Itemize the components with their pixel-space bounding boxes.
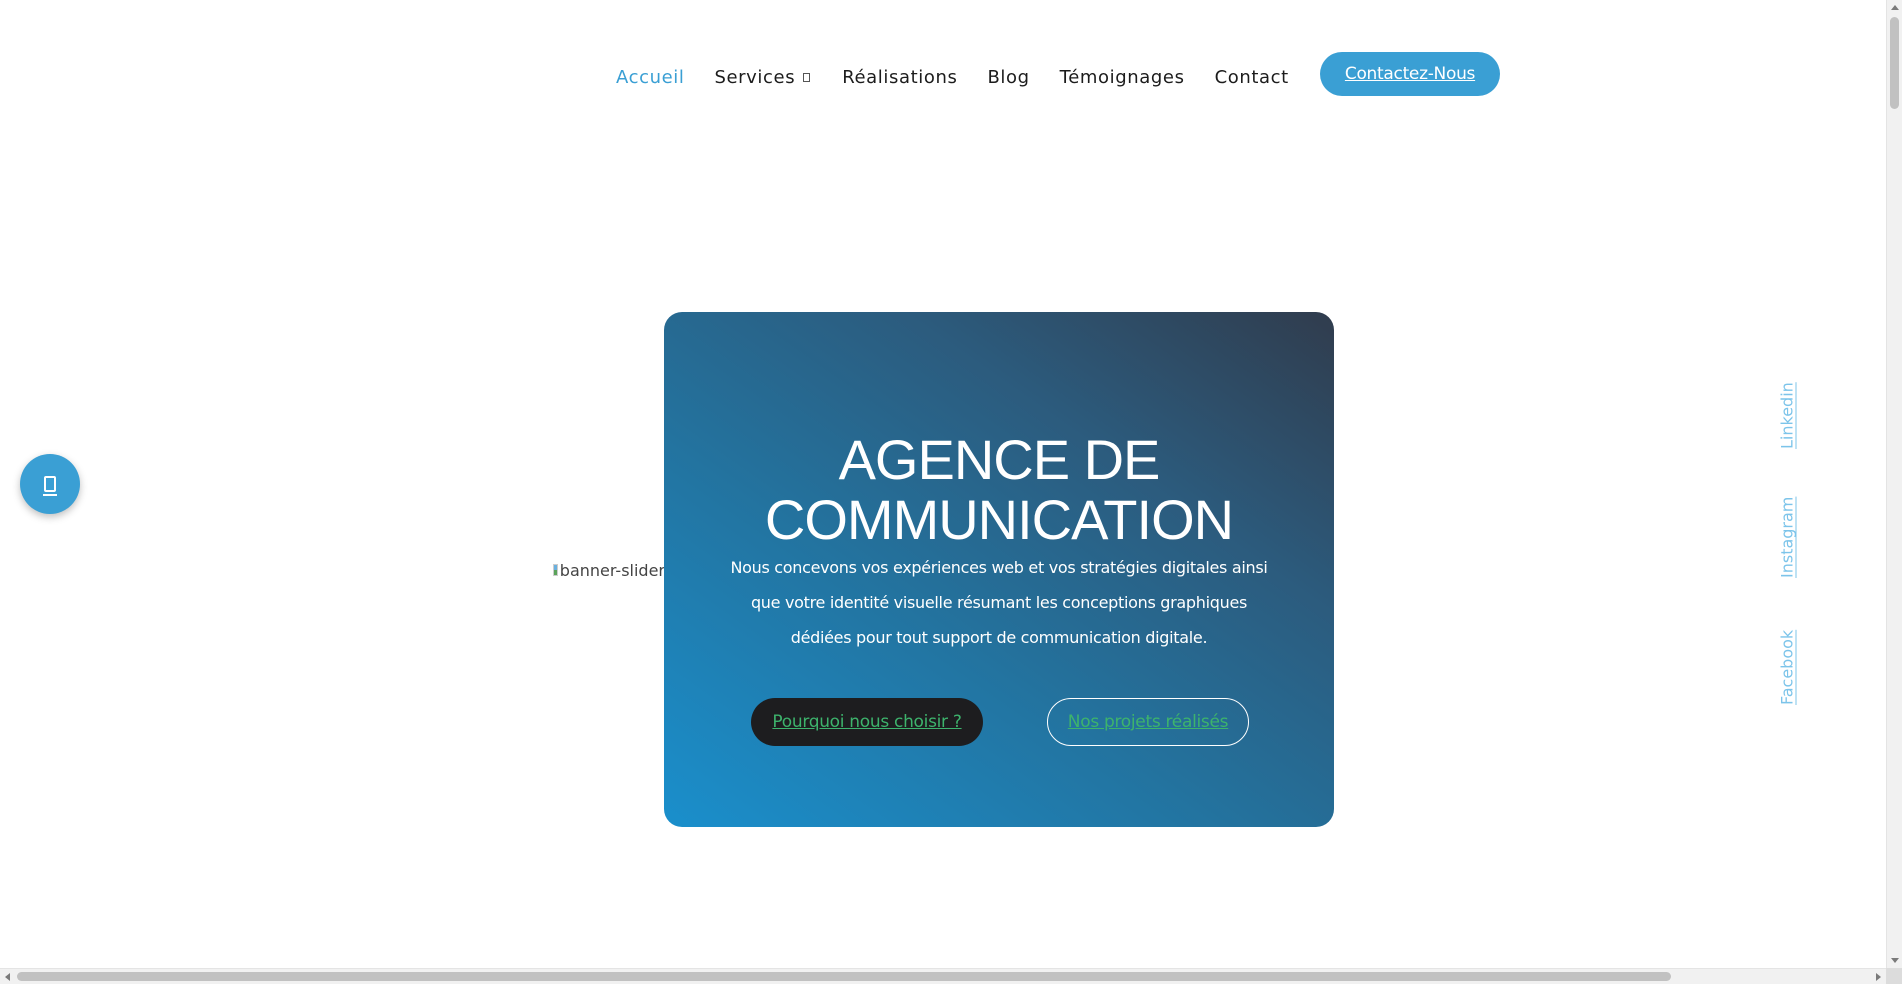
broken-image-icon bbox=[553, 564, 558, 576]
hero-title-line-1: AGENCE DE bbox=[838, 427, 1161, 491]
horizontal-scrollbar[interactable] bbox=[0, 968, 1886, 984]
floating-contact-button[interactable] bbox=[20, 454, 80, 514]
hero-description: Nous concevons vos expériences web et vo… bbox=[730, 558, 1268, 647]
nav-item-label: Contact bbox=[1214, 66, 1289, 88]
social-link-linkedin[interactable]: Linkedin bbox=[1776, 383, 1798, 450]
chevron-down-icon bbox=[803, 73, 811, 82]
social-link-instagram[interactable]: Instagram bbox=[1776, 497, 1798, 578]
nav-item-label: Témoignages bbox=[1059, 66, 1185, 88]
banner-image: banner-slider bbox=[553, 558, 665, 582]
banner-image-alt: banner-slider bbox=[559, 560, 665, 580]
nav-item-realisations[interactable]: Réalisations bbox=[842, 67, 957, 88]
our-projects-button[interactable]: Nos projets réalisés bbox=[1047, 698, 1249, 746]
nav-item-temoignages[interactable]: Témoignages bbox=[1060, 67, 1185, 88]
nav-item-contact[interactable]: Contact bbox=[1215, 67, 1289, 88]
nav-item-label: Blog bbox=[987, 66, 1030, 88]
nav-item-accueil[interactable]: Accueil bbox=[616, 67, 684, 88]
nav-item-label: Réalisations bbox=[842, 66, 958, 88]
vertical-scrollbar[interactable] bbox=[1886, 0, 1902, 968]
hero-card: AGENCE DE COMMUNICATION Nous concevons v… bbox=[664, 312, 1334, 827]
scroll-left-arrow-icon[interactable] bbox=[5, 973, 10, 981]
scroll-up-arrow-icon[interactable] bbox=[1891, 5, 1899, 10]
scroll-right-arrow-icon[interactable] bbox=[1876, 973, 1881, 981]
why-choose-us-button[interactable]: Pourquoi nous choisir ? bbox=[751, 698, 983, 746]
horizontal-scroll-thumb[interactable] bbox=[17, 972, 1671, 981]
main-navigation: Accueil Services Réalisations Blog Témoi… bbox=[616, 58, 1319, 96]
phone-icon bbox=[43, 476, 57, 496]
nav-item-services[interactable]: Services bbox=[714, 66, 811, 88]
social-link-facebook[interactable]: Facebook bbox=[1776, 627, 1798, 707]
vertical-scroll-thumb[interactable] bbox=[1890, 17, 1899, 109]
scroll-down-arrow-icon[interactable] bbox=[1891, 958, 1899, 963]
nav-item-blog[interactable]: Blog bbox=[987, 67, 1029, 88]
hero-title: AGENCE DE COMMUNICATION bbox=[664, 427, 1334, 551]
nav-item-label: Accueil bbox=[616, 66, 685, 88]
contact-us-button[interactable]: Contactez-Nous bbox=[1320, 52, 1500, 96]
scrollbar-corner bbox=[1886, 968, 1902, 984]
hero-title-line-2: COMMUNICATION bbox=[764, 487, 1234, 551]
nav-item-label: Services bbox=[714, 66, 796, 88]
